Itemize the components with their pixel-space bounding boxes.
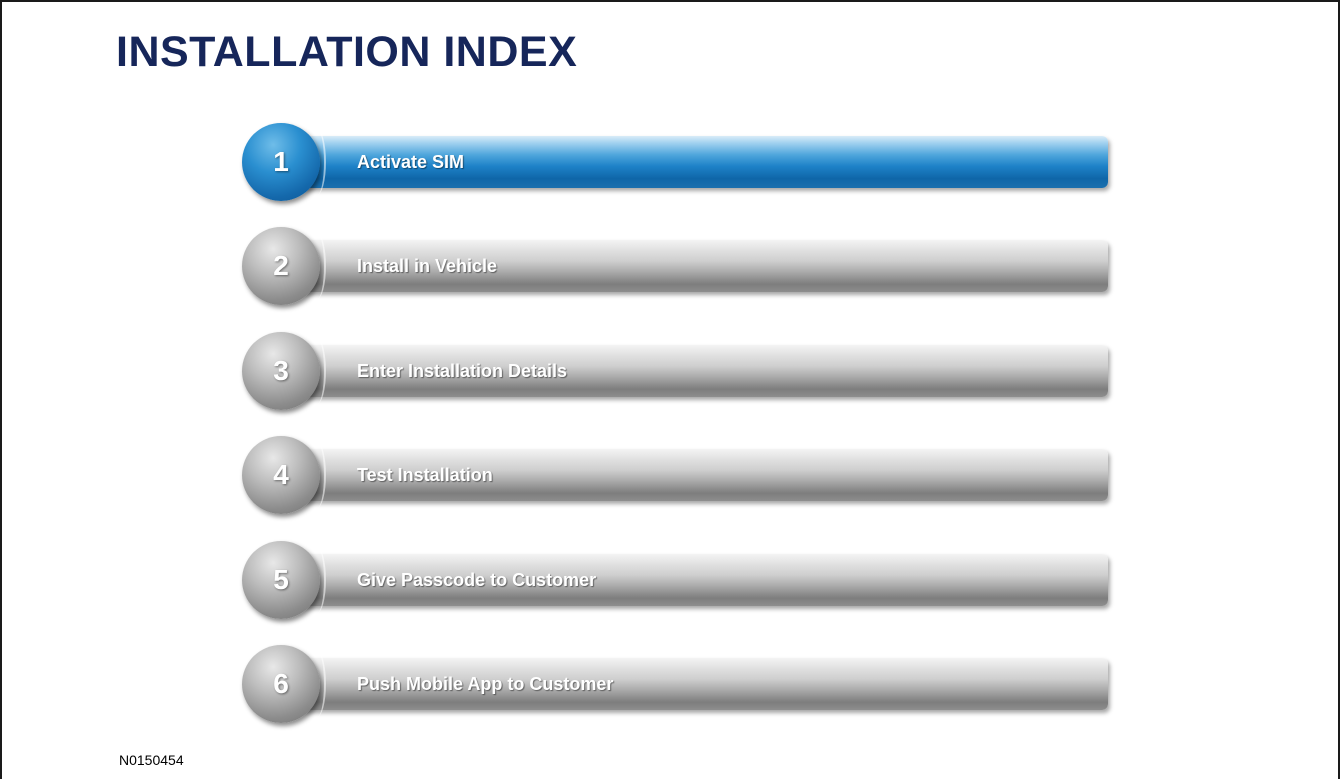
- step-label: Enter Installation Details: [357, 360, 568, 381]
- step-number: 4: [273, 459, 289, 491]
- step-number-badge: 3: [242, 331, 326, 410]
- step-number-badge: 1: [242, 123, 326, 201]
- step-number: 3: [273, 354, 289, 386]
- step-label: Install in Vehicle: [357, 256, 498, 277]
- step-test-installation[interactable]: Test Installation 4: [242, 435, 1112, 517]
- step-give-passcode-to-customer[interactable]: Give Passcode to Customer 5: [242, 540, 1112, 622]
- step-label: Give Passcode to Customer: [357, 569, 597, 590]
- figure-id-label: N0150454: [119, 752, 184, 768]
- step-activate-sim[interactable]: Activate SIM 1: [242, 122, 1112, 204]
- installation-steps-list: Activate SIM 1 Install in Vehicle 2 Ente…: [242, 122, 1112, 748]
- step-label: Test Installation: [357, 465, 493, 486]
- step-label: Activate SIM: [357, 152, 465, 172]
- step-number-badge: 6: [242, 644, 326, 723]
- page-frame: INSTALLATION INDEX Activate SIM 1 Instal…: [0, 0, 1340, 779]
- page-title: INSTALLATION INDEX: [116, 28, 578, 76]
- step-push-mobile-app-to-customer[interactable]: Push Mobile App to Customer 6: [242, 644, 1112, 726]
- step-number: 5: [273, 563, 289, 595]
- step-install-in-vehicle[interactable]: Install in Vehicle 2: [242, 226, 1112, 308]
- step-number-badge: 4: [242, 436, 326, 515]
- step-number-badge: 2: [242, 227, 326, 306]
- step-label: Push Mobile App to Customer: [357, 673, 614, 694]
- step-number: 2: [273, 250, 289, 282]
- step-enter-installation-details[interactable]: Enter Installation Details 3: [242, 331, 1112, 413]
- step-number-badge: 5: [242, 540, 326, 619]
- step-number: 1: [273, 146, 289, 177]
- step-number: 6: [273, 667, 289, 699]
